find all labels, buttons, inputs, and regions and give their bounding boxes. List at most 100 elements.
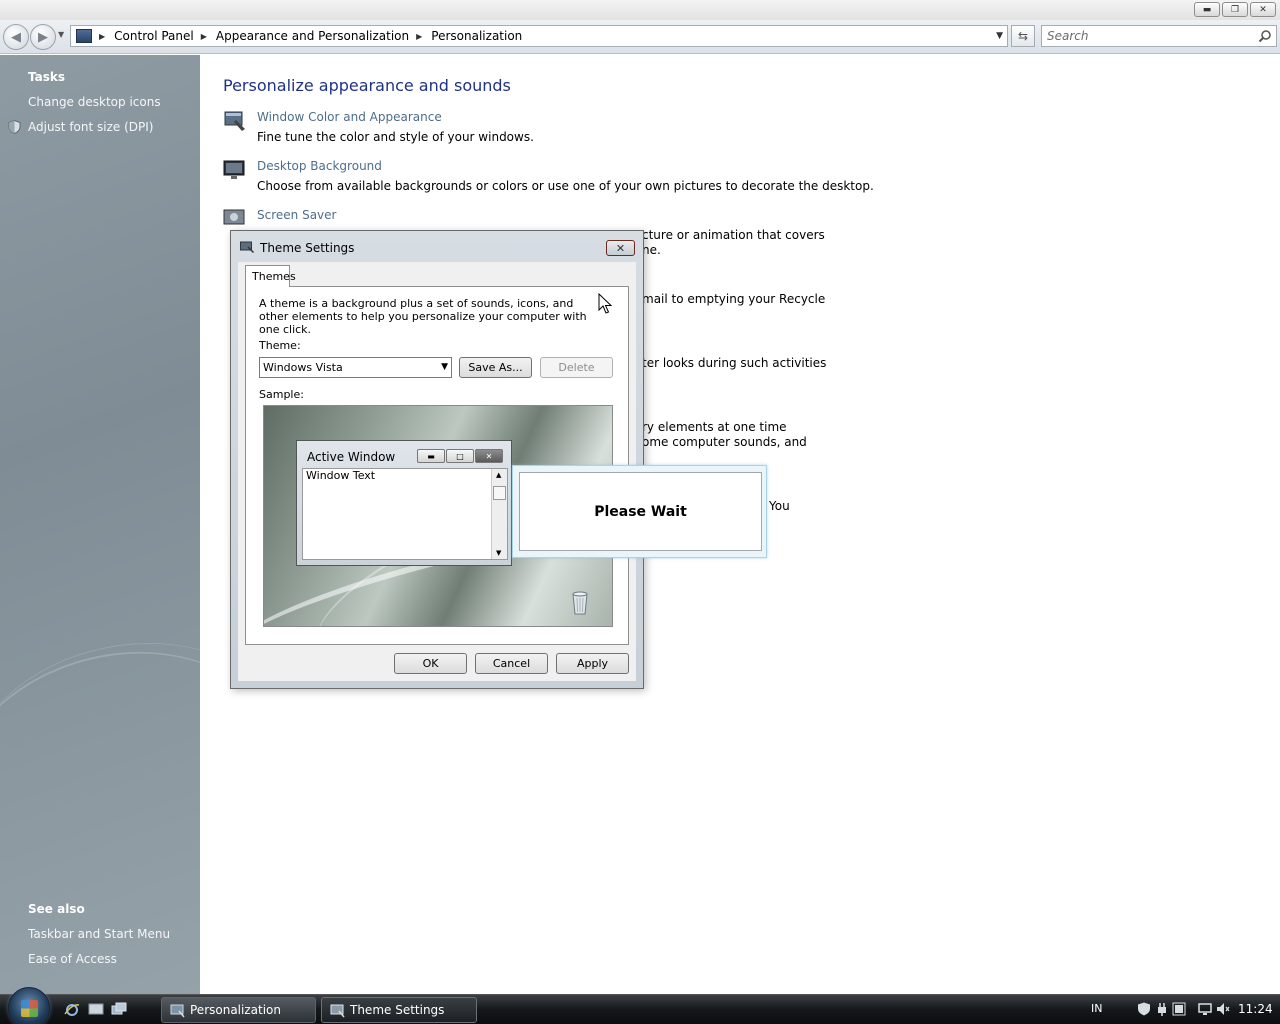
sample-label: Sample: — [259, 388, 304, 401]
apply-button[interactable]: Apply — [556, 653, 629, 674]
please-wait-popup: Please Wait — [512, 465, 767, 558]
control-panel-icon — [170, 1004, 185, 1018]
theme-settings-dialog: Theme Settings ✕ Themes A theme is a bac… — [230, 230, 644, 689]
chevron-right-icon[interactable]: ▶ — [201, 32, 207, 41]
windows-logo-icon — [21, 1000, 38, 1017]
scroll-up-icon: ▲ — [496, 471, 502, 479]
page-title: Personalize appearance and sounds — [223, 76, 511, 95]
language-indicator[interactable]: IN — [1091, 1002, 1102, 1015]
dialog-title: Theme Settings — [260, 241, 355, 255]
tab-themes[interactable]: Themes — [245, 265, 296, 287]
desktop-background-desc: Choose from available backgrounds or col… — [257, 179, 874, 193]
minimize-icon: ▬ — [417, 449, 445, 463]
address-bar-area: ◀ ▶ ▼ ▶ Control Panel ▶ Appearance and P… — [0, 20, 1280, 54]
search-input[interactable] — [1042, 26, 1242, 46]
scroll-down-icon: ▼ — [496, 549, 502, 557]
display-icon[interactable] — [1198, 1002, 1212, 1016]
taskbar-item-theme-settings[interactable]: Theme Settings — [321, 997, 477, 1023]
sample-window-text: Window Text — [306, 469, 376, 482]
window-color-link[interactable]: Window Color and Appearance — [257, 110, 442, 124]
address-box[interactable]: ▶ Control Panel ▶ Appearance and Persona… — [70, 25, 1008, 47]
taskbar-item-label: Personalization — [190, 1003, 281, 1017]
search-icon[interactable] — [1258, 29, 1272, 43]
sample-scrollbar: ▲ ▼ — [491, 469, 507, 559]
chevron-right-icon[interactable]: ▶ — [416, 32, 422, 41]
switch-windows-icon[interactable] — [111, 1002, 127, 1017]
refresh-button[interactable]: ⇆ — [1011, 25, 1035, 47]
screen-saver-link[interactable]: Screen Saver — [257, 208, 336, 222]
theme-label: Theme: — [259, 339, 301, 352]
network-icon[interactable] — [1172, 1002, 1186, 1016]
refresh-icon: ⇆ — [1017, 29, 1029, 43]
control-panel-icon — [76, 29, 92, 43]
task-pane: Tasks Change desktop icons Adjust font s… — [0, 55, 200, 995]
screen-saver-desc-fragment-2: ne. — [642, 243, 661, 257]
recycle-bin-icon — [572, 591, 588, 615]
theme-desc-fragment: ry elements at one time — [642, 420, 787, 434]
close-icon: ✕ — [615, 241, 626, 255]
breadcrumb-personalization[interactable]: Personalization — [431, 29, 522, 43]
sample-active-window: Active Window ▬ □ ✕ Window Text ▲ ▼ — [296, 440, 512, 566]
theme-select[interactable]: Windows Vista ▼ — [259, 357, 452, 378]
display-settings-desc-fragment: You — [769, 499, 790, 513]
cancel-button[interactable]: Cancel — [475, 653, 548, 674]
please-wait-message: Please Wait — [519, 472, 762, 551]
delete-button[interactable]: Delete — [540, 357, 613, 378]
security-shield-icon[interactable] — [1137, 1002, 1151, 1016]
internet-explorer-icon[interactable] — [64, 1002, 80, 1017]
see-also-heading: See also — [28, 902, 85, 916]
power-plug-icon[interactable] — [1155, 1002, 1169, 1016]
system-clock[interactable]: 11:24 — [1238, 1002, 1273, 1016]
theme-description: A theme is a background plus a set of so… — [259, 297, 587, 336]
screen-saver-desc-fragment: cture or animation that covers — [642, 228, 825, 242]
taskbar: Personalization Theme Settings IN 11:24 — [0, 987, 1280, 1024]
caption-buttons: ▬ ❐ ✕ — [1194, 2, 1276, 17]
scroll-thumb — [493, 486, 506, 500]
sample-window-client: Window Text ▲ ▼ — [302, 468, 508, 560]
sounds-desc-fragment: mail to emptying your Recycle — [642, 292, 826, 306]
volume-muted-icon[interactable] — [1216, 1002, 1230, 1016]
minimize-button[interactable]: ▬ — [1194, 2, 1220, 17]
window-title-bar: ▬ ❐ ✕ — [0, 0, 1280, 20]
show-desktop-icon[interactable] — [88, 1002, 104, 1017]
dialog-close-button[interactable]: ✕ — [606, 240, 635, 256]
adjust-font-size-link[interactable]: Adjust font size (DPI) — [28, 120, 153, 134]
theme-desc-fragment-2: ome computer sounds, and — [642, 435, 807, 449]
ok-button[interactable]: OK — [394, 653, 467, 674]
forward-arrow-icon: ▶ — [38, 29, 48, 45]
start-button[interactable] — [8, 987, 50, 1024]
mouse-cursor-icon — [598, 293, 612, 314]
sample-window-buttons: ▬ □ ✕ — [417, 449, 503, 463]
forward-button[interactable]: ▶ — [30, 24, 56, 50]
mouse-pointers-desc-fragment: ter looks during such activities — [642, 356, 827, 370]
back-arrow-icon: ◀ — [11, 29, 21, 45]
chevron-right-icon[interactable]: ▶ — [99, 32, 105, 41]
theme-settings-icon — [330, 1004, 345, 1018]
shield-icon — [8, 120, 21, 134]
search-box — [1041, 25, 1277, 47]
change-desktop-icons-link[interactable]: Change desktop icons — [28, 95, 161, 109]
window-color-desc: Fine tune the color and style of your wi… — [257, 130, 534, 144]
window-color-icon — [224, 111, 245, 131]
restore-icon: ❐ — [1230, 4, 1240, 15]
tasks-heading: Tasks — [28, 70, 66, 84]
address-dropdown-icon[interactable]: ▼ — [996, 31, 1003, 41]
desktop-background-link[interactable]: Desktop Background — [257, 159, 382, 173]
ease-of-access-link[interactable]: Ease of Access — [28, 952, 117, 966]
screen-saver-icon — [223, 209, 245, 225]
breadcrumb-control-panel[interactable]: Control Panel — [114, 29, 194, 43]
close-icon: ✕ — [475, 449, 503, 463]
maximize-icon: □ — [446, 449, 474, 463]
recent-pages-dropdown[interactable]: ▼ — [58, 30, 64, 39]
theme-settings-icon — [240, 241, 254, 253]
close-button[interactable]: ✕ — [1250, 2, 1276, 17]
taskbar-start-menu-link[interactable]: Taskbar and Start Menu — [28, 927, 170, 941]
restore-button[interactable]: ❐ — [1222, 2, 1248, 17]
back-button[interactable]: ◀ — [3, 24, 29, 50]
chevron-down-icon: ▼ — [441, 362, 448, 372]
sample-window-title: Active Window — [307, 450, 396, 464]
save-as-button[interactable]: Save As... — [459, 357, 532, 378]
breadcrumb-appearance[interactable]: Appearance and Personalization — [216, 29, 409, 43]
background-sweep — [0, 612, 200, 938]
taskbar-item-personalization[interactable]: Personalization — [161, 997, 316, 1023]
